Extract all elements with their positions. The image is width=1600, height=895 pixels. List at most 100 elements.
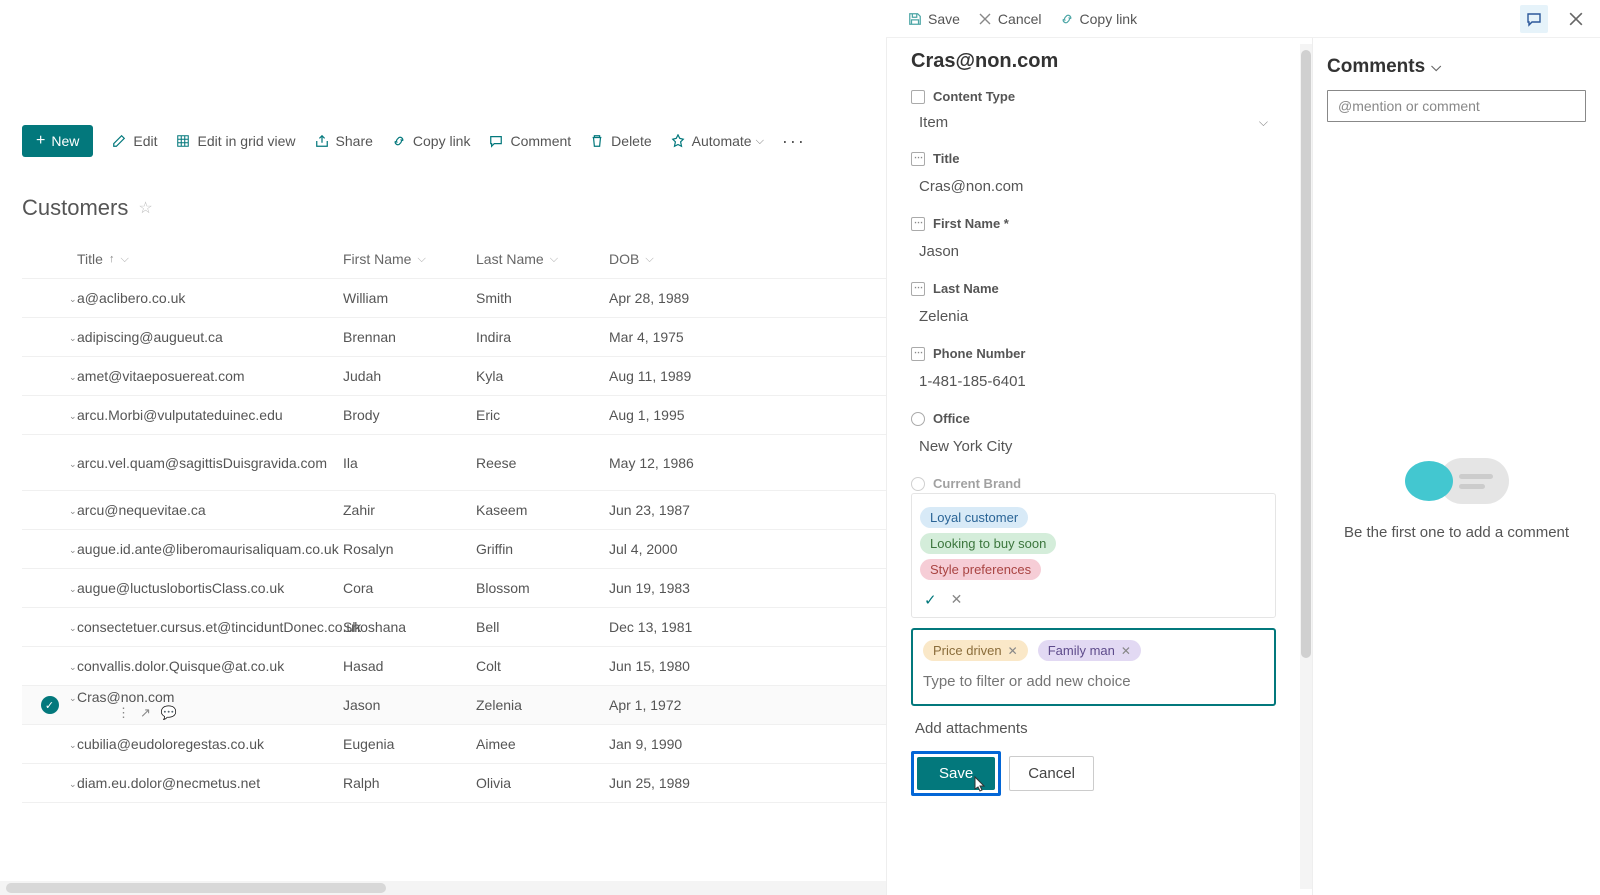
toolbar-more-button[interactable]: ··· [782,131,806,152]
remove-tag-icon[interactable]: ✕ [1008,644,1018,658]
chevron-down-icon: ⌵ [550,253,558,266]
row-share-icon[interactable]: ↗ [140,705,151,721]
choice-option[interactable]: Looking to buy soon [920,533,1056,554]
label-title: Title [911,151,1276,166]
comment-button[interactable]: Comment [488,133,571,149]
row-first-name: Ralph [343,775,476,791]
row-title[interactable]: consectetuer.cursus.et@tinciduntDonec.co… [77,619,361,635]
label-current-brand: Current Brand [911,476,1276,491]
comments-input[interactable]: @mention or comment [1327,90,1586,122]
choice-filter-input[interactable] [923,669,1264,694]
row-dob: Jun 19, 1983 [609,580,749,596]
empty-comments-text: Be the first one to add a comment [1344,524,1569,541]
link-icon [391,133,407,149]
row-last-name: Indira [476,329,609,345]
chevron-down-icon: ⌵ [645,253,653,266]
new-button[interactable]: + New [22,125,93,157]
row-title[interactable]: augue.id.ante@liberomaurisaliquam.co.uk [77,541,339,557]
row-title[interactable]: diam.eu.dolor@necmetus.net [77,775,260,791]
row-last-name: Eric [476,407,609,423]
row-dob: Aug 11, 1989 [609,368,749,384]
phone-field[interactable] [911,367,1276,401]
row-title[interactable]: amet@vitaeposuereat.com [77,368,245,384]
save-highlight: Save [911,751,1001,796]
choice-input-box[interactable]: Price driven✕ Family man✕ [911,628,1276,706]
column-header-last[interactable]: Last Name ⌵ [476,251,609,267]
row-more-icon[interactable]: ⋮ [117,705,130,721]
edit-button[interactable]: Edit [111,133,157,149]
choice-dropdown[interactable]: Loyal customer Looking to buy soon Style… [911,493,1276,618]
close-panel-button[interactable] [1562,5,1590,33]
choice-option[interactable]: Style preferences [920,559,1041,580]
row-comment-icon[interactable]: 💬 [161,705,177,721]
chevron-down-icon: ⌵ [1431,59,1441,75]
vertical-scrollbar[interactable] [1300,44,1312,889]
row-dob: Dec 13, 1981 [609,619,749,635]
row-last-name: Reese [476,455,609,471]
row-last-name: Smith [476,290,609,306]
field-type-icon [911,217,925,231]
row-title[interactable]: arcu.vel.quam@sagittisDuisgravida.com [77,455,327,471]
selected-tag[interactable]: Price driven✕ [923,640,1028,661]
comments-heading[interactable]: Comments ⌵ [1327,56,1586,78]
first-name-field[interactable] [911,237,1276,271]
selected-tag[interactable]: Family man✕ [1038,640,1141,661]
cursor-pointer-icon [970,775,986,795]
row-last-name: Kyla [476,368,609,384]
edit-grid-button[interactable]: Edit in grid view [175,133,295,149]
panel-copylink-button[interactable]: Copy link [1060,11,1138,27]
row-title[interactable]: arcu@nequevitae.ca [77,502,206,518]
chevron-down-icon: ⌵ [756,135,764,148]
row-title[interactable]: augue@luctuslobortisClass.co.uk [77,580,284,596]
row-expand-icon: ⌄ [69,333,77,344]
row-selected-check-icon[interactable]: ✓ [41,696,59,714]
row-dob: Apr 28, 1989 [609,290,749,306]
content-type-select[interactable]: Item ⌵ [911,110,1276,141]
row-title[interactable]: a@aclibero.co.uk [77,290,185,306]
row-title[interactable]: convallis.dolor.Quisque@at.co.uk [77,658,284,674]
row-last-name: Zelenia [476,697,609,713]
column-header-title[interactable]: Title ↑ ⌵ [77,251,343,267]
chat-panel-toggle[interactable] [1520,5,1548,33]
field-type-icon [911,477,925,491]
list-title: Customers [22,195,128,221]
favorite-star-icon[interactable]: ☆ [138,198,152,218]
row-last-name: Griffin [476,541,609,557]
delete-button[interactable]: Delete [589,133,651,149]
row-title[interactable]: cubilia@eudoloregestas.co.uk [77,736,264,752]
choice-option[interactable]: Loyal customer [920,507,1028,528]
share-button[interactable]: Share [314,133,373,149]
title-field[interactable] [911,172,1276,206]
column-header-first[interactable]: First Name ⌵ [343,251,476,267]
row-dob: Aug 1, 1995 [609,407,749,423]
column-header-dob[interactable]: DOB ⌵ [609,251,749,267]
cancel-button[interactable]: Cancel [1009,756,1094,791]
save-icon [908,12,922,26]
row-title[interactable]: arcu.Morbi@vulputateduinec.edu [77,407,283,423]
horizontal-scrollbar[interactable] [0,881,886,895]
confirm-choice-button[interactable]: ✓ [924,591,937,609]
row-expand-icon: ⌄ [69,294,77,305]
panel-save-button[interactable]: Save [908,11,960,27]
sort-up-icon: ↑ [109,253,115,265]
label-last-name: Last Name [911,281,1276,296]
row-dob: Jul 4, 2000 [609,541,749,557]
row-first-name: Eugenia [343,736,476,752]
panel-cancel-button[interactable]: Cancel [978,11,1042,27]
add-attachments-link[interactable]: Add attachments [915,720,1276,737]
last-name-field[interactable] [911,302,1276,336]
comment-icon [488,133,504,149]
copylink-button[interactable]: Copy link [391,133,471,149]
row-title[interactable]: Cras@non.com [77,689,174,705]
office-field[interactable] [911,432,1276,466]
row-expand-icon: ⌄ [69,740,77,751]
cancel-choice-button[interactable]: ✕ [951,591,963,609]
row-dob: May 12, 1986 [609,455,749,471]
automate-button[interactable]: Automate ⌵ [670,133,764,149]
empty-comments-icon [1405,458,1509,504]
chevron-down-icon: ⌵ [417,253,425,266]
row-dob: Jan 9, 1990 [609,736,749,752]
row-title[interactable]: adipiscing@augueut.ca [77,329,223,345]
row-expand-icon: ⌄ [69,459,77,470]
remove-tag-icon[interactable]: ✕ [1121,644,1131,658]
